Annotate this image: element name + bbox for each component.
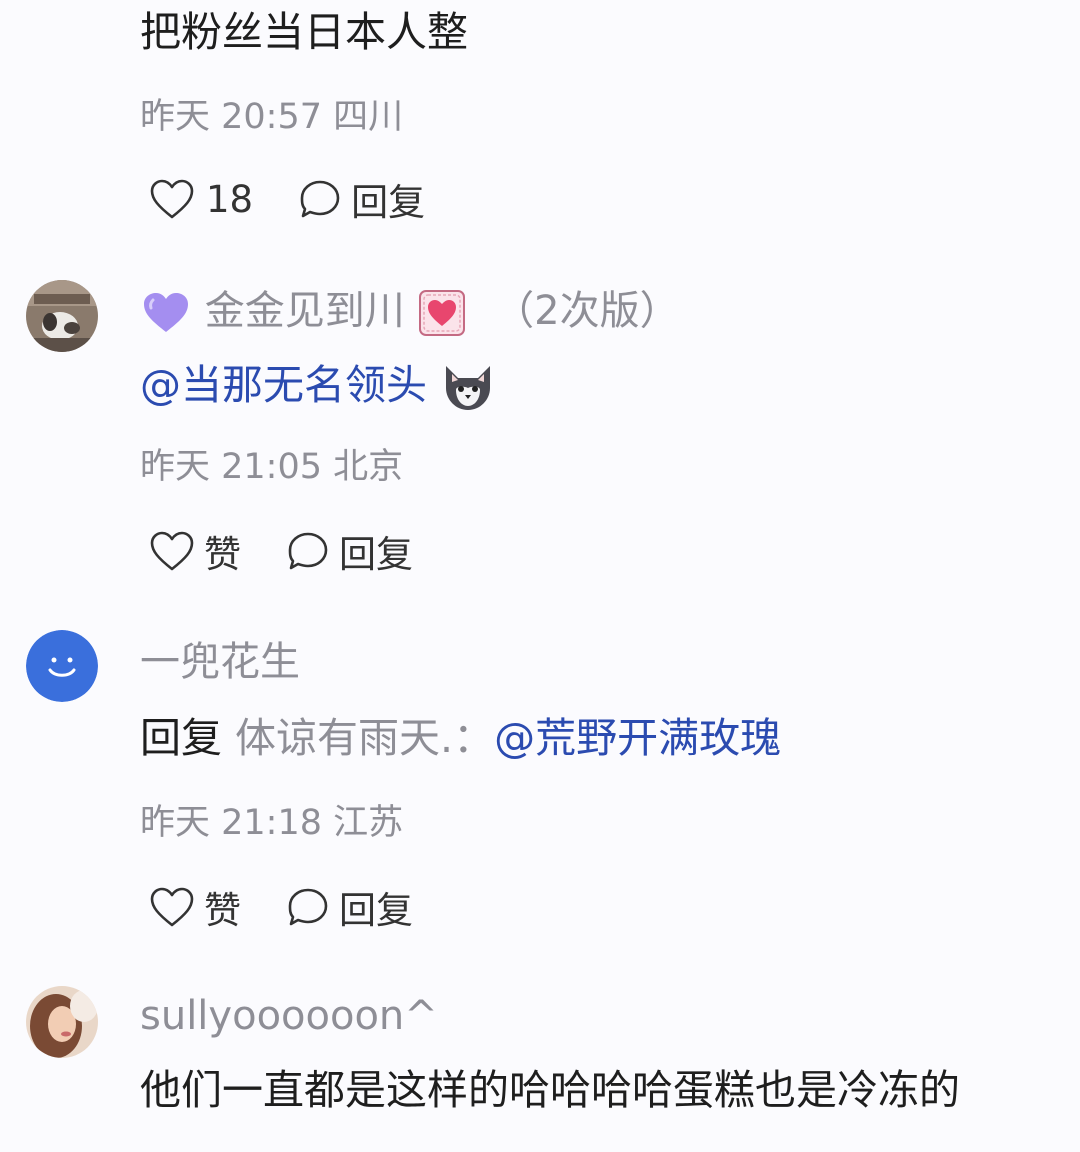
like-label: 赞 xyxy=(204,533,241,576)
comment-meta: 昨天 21:05 北京 xyxy=(140,450,403,485)
pink-heart-badge-icon xyxy=(419,290,466,336)
edition-tag: （2次版） xyxy=(494,288,680,334)
mention-link[interactable]: @荒野开满玫瑰 xyxy=(494,714,781,762)
reply-button[interactable]: 回复 xyxy=(285,524,413,578)
mention-link[interactable]: @当那无名领头 xyxy=(140,361,427,409)
username[interactable]: 一兜花生 xyxy=(140,642,300,682)
avatar[interactable] xyxy=(26,630,98,702)
comment-meta: 昨天 21:18 江苏 xyxy=(140,806,403,841)
reply-target[interactable]: 体谅有雨天.： xyxy=(235,714,494,762)
reply-label: 回复 xyxy=(339,889,413,932)
comment-location: 北京 xyxy=(333,447,404,487)
comment-actions: 赞 回复 xyxy=(148,524,413,578)
like-button[interactable]: 赞 xyxy=(148,524,241,578)
like-label: 赞 xyxy=(204,889,241,932)
reply-button[interactable]: 回复 xyxy=(297,172,425,226)
comment-text: 把粉丝当日本人整 xyxy=(140,8,468,56)
like-count: 18 xyxy=(206,177,254,221)
wolf-icon xyxy=(446,366,491,410)
comment-meta: 昨天 20:57 四川 xyxy=(140,100,403,135)
reply-prefix: 回复 xyxy=(140,714,222,762)
username[interactable]: sullyoooooon^ xyxy=(140,996,438,1036)
avatar[interactable] xyxy=(26,280,98,352)
heart-outline-icon xyxy=(150,179,194,219)
like-button[interactable]: 赞 xyxy=(148,880,241,934)
reply-label: 回复 xyxy=(351,181,426,224)
comment-text: 他们一直都是这样的哈哈哈哈蛋糕也是冷冻的 xyxy=(140,1066,960,1114)
comment-time: 昨天 21:05 xyxy=(140,447,322,487)
comment-actions: 赞 回复 xyxy=(148,880,413,934)
speech-bubble-icon xyxy=(300,180,340,218)
heart-outline-icon xyxy=(150,531,194,571)
like-button[interactable]: 18 xyxy=(148,177,253,221)
comment-actions: 18 回复 xyxy=(148,172,425,226)
username[interactable]: 金金见到川 xyxy=(205,288,405,334)
comment-list: 把粉丝当日本人整 昨天 20:57 四川 18 回复 金金见到川 （2次版） @… xyxy=(0,0,1080,1152)
speech-bubble-icon xyxy=(288,888,328,926)
purple-heart-icon xyxy=(144,293,188,332)
comment-time: 昨天 20:57 xyxy=(140,97,322,137)
comment-text: 回复 体谅有雨天.：@荒野开满玫瑰 xyxy=(140,718,781,759)
comment-time: 昨天 21:18 xyxy=(140,803,322,843)
comment-text: @当那无名领头 xyxy=(140,362,496,414)
heart-outline-icon xyxy=(150,887,194,927)
reply-label: 回复 xyxy=(339,533,413,576)
comment-location: 江苏 xyxy=(333,803,404,843)
avatar[interactable] xyxy=(26,986,98,1058)
username-line: 金金见到川 （2次版） xyxy=(140,288,680,338)
reply-button[interactable]: 回复 xyxy=(285,880,413,934)
comment-location: 四川 xyxy=(333,97,404,137)
speech-bubble-icon xyxy=(288,532,328,570)
